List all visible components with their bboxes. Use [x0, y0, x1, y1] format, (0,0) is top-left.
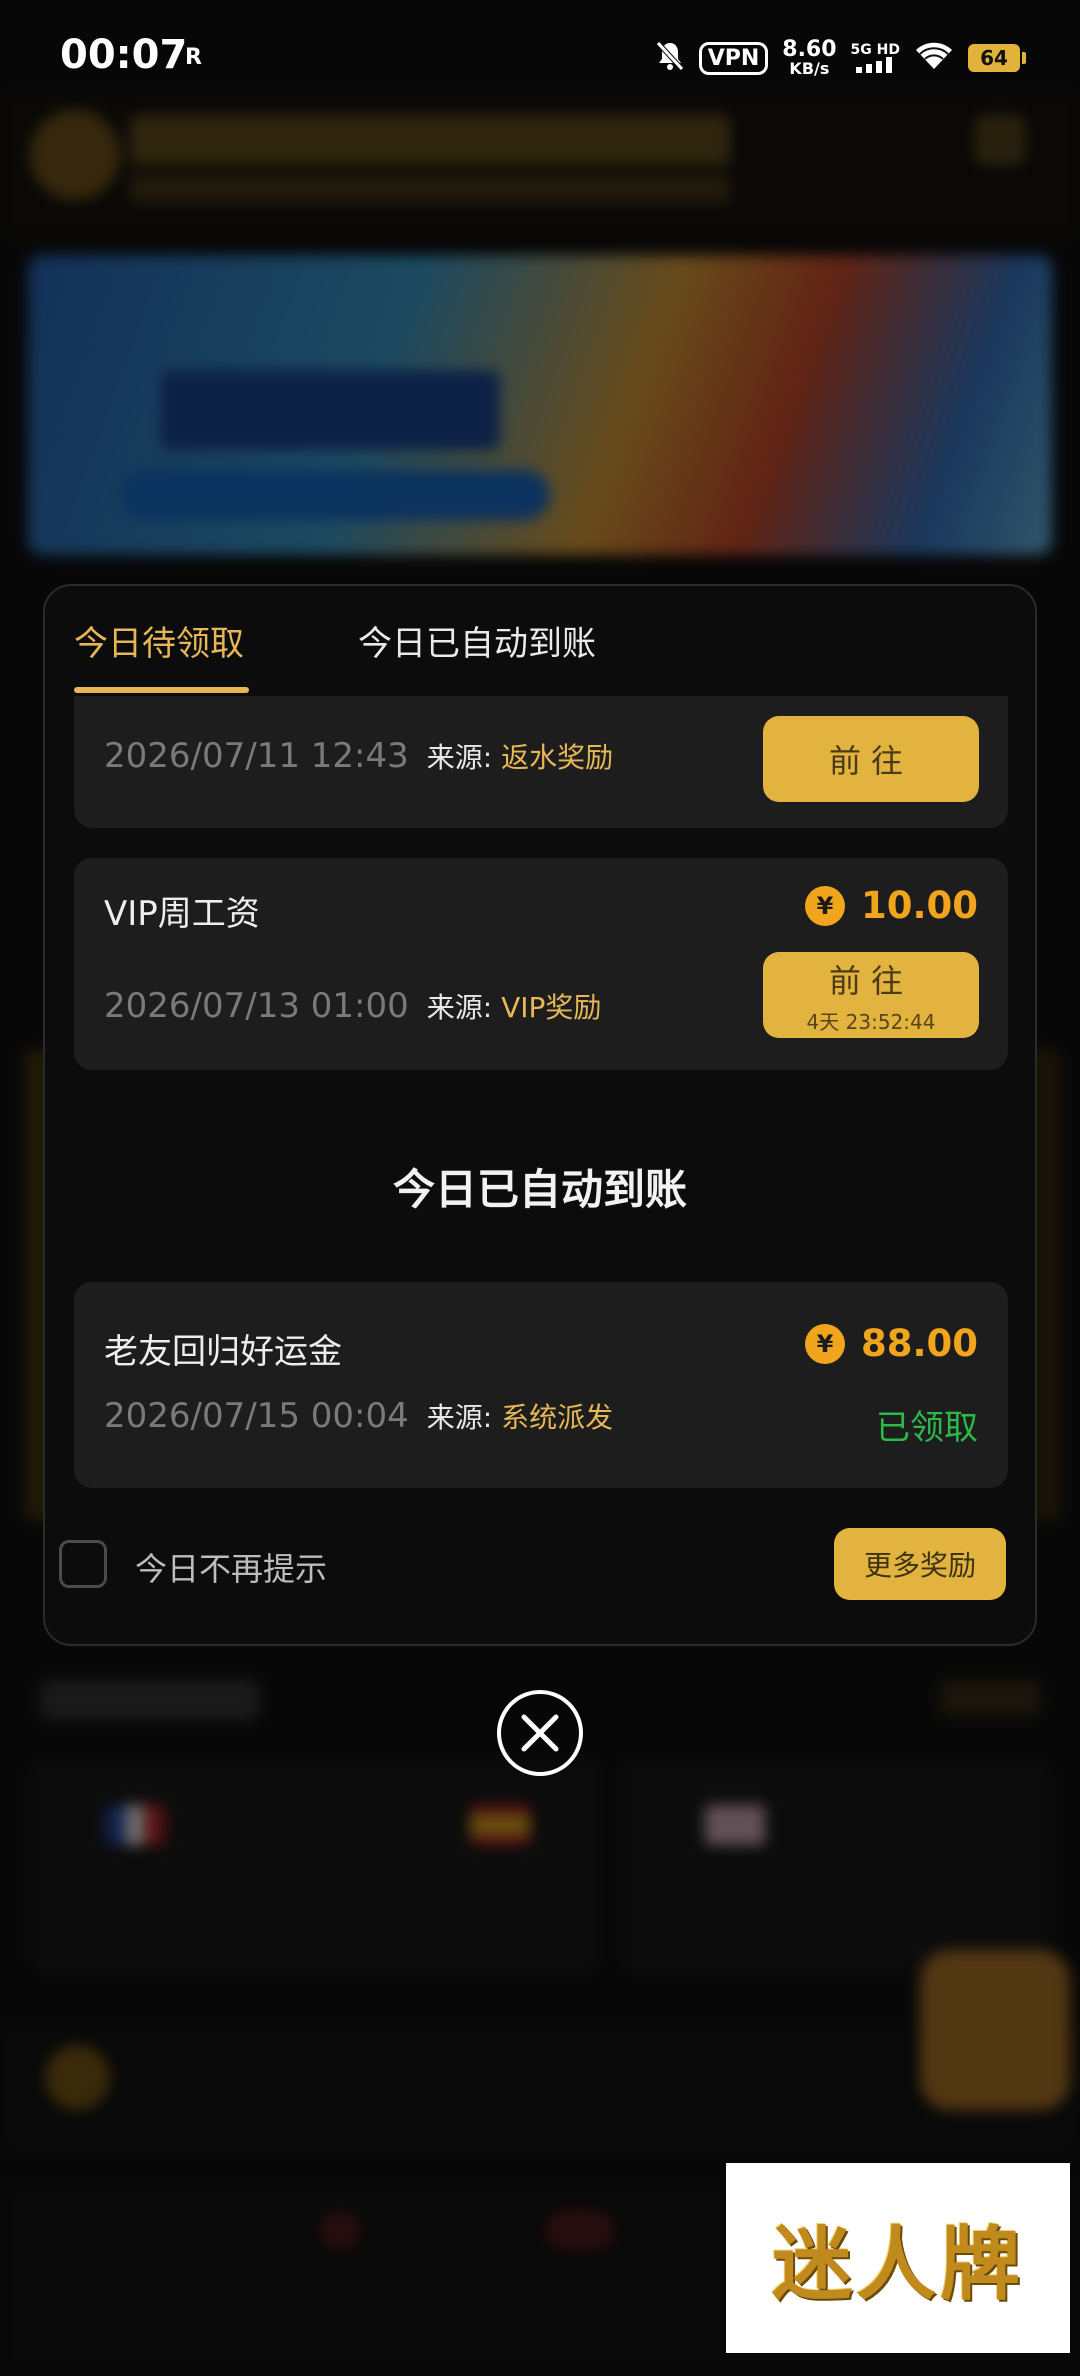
item-source: 来源: 系统派发 — [427, 1401, 613, 1434]
tab-indicator — [74, 687, 249, 693]
source-value: 返水奖励 — [501, 741, 614, 774]
countdown-timer: 4天 23:52:44 — [806, 1009, 936, 1034]
wifi-icon — [914, 41, 954, 75]
network-type: 5G HD — [850, 42, 900, 58]
source-value: 系统派发 — [501, 1401, 614, 1434]
yen-coin-icon: ¥ — [804, 885, 845, 926]
battery-icon: 64 — [968, 44, 1026, 72]
pending-item: 2026/07/11 12:43 来源: 返水奖励 前往 — [74, 696, 1008, 828]
item-title: VIP周工资 — [104, 894, 260, 934]
speed-unit: KB/s — [789, 59, 830, 78]
item-amount: ¥ 88.00 — [804, 1322, 978, 1365]
signal-icon: 5G HD — [851, 43, 900, 73]
item-datetime: 2026/07/11 12:43 — [104, 736, 409, 776]
claimed-status: 已领取 — [876, 1408, 978, 1448]
vpn-indicator: VPN — [698, 41, 769, 75]
watermark-logo: 迷人牌 — [726, 2163, 1070, 2353]
status-indicator: R — [185, 45, 202, 70]
item-date-row: 2026/07/13 01:00 来源: VIP奖励 — [104, 986, 601, 1026]
item-amount: ¥ 10.00 — [804, 884, 978, 927]
status-icons: VPN 8.60 KB/s 5G HD 64 — [655, 30, 1026, 86]
auto-credited-section-title: 今日已自动到账 — [392, 1165, 687, 1214]
dont-show-checkbox[interactable] — [59, 1540, 107, 1588]
item-date-row: 2026/07/15 00:04 来源: 系统派发 — [104, 1396, 613, 1436]
source-value: VIP奖励 — [501, 991, 602, 1024]
go-button-label: 前往 — [828, 742, 913, 780]
amount-value: 10.00 — [860, 884, 978, 927]
tab-pending[interactable]: 今日待领取 — [74, 616, 244, 665]
auto-credited-item: 老友回归好运金 ¥ 88.00 2026/07/15 00:04 来源: 系统派发… — [74, 1282, 1008, 1488]
source-label: 来源: — [426, 741, 493, 774]
item-date-row: 2026/07/11 12:43 来源: 返水奖励 — [104, 736, 613, 776]
source-label: 来源: — [426, 991, 493, 1024]
pending-item: VIP周工资 ¥ 10.00 2026/07/13 01:00 来源: VIP奖励… — [74, 858, 1008, 1070]
go-button[interactable]: 前往 4天 23:52:44 — [763, 952, 979, 1038]
item-datetime: 2026/07/15 00:04 — [104, 1396, 409, 1436]
amount-value: 88.00 — [860, 1322, 978, 1365]
go-button-label: 前往 — [828, 961, 913, 1000]
modal-footer: 今日不再提示 更多奖励 — [45, 1524, 1035, 1604]
close-button[interactable] — [497, 1690, 583, 1776]
item-title: 老友回归好运金 — [104, 1332, 342, 1372]
dont-show-label[interactable]: 今日不再提示 — [135, 1544, 327, 1590]
reward-modal: 今日待领取 今日已自动到账 2026/07/11 12:43 来源: 返水奖励 前… — [43, 584, 1037, 1646]
close-icon — [521, 1714, 559, 1752]
go-button[interactable]: 前往 — [763, 716, 979, 802]
network-speed: 8.60 KB/s — [782, 39, 836, 77]
item-source: 来源: VIP奖励 — [427, 991, 602, 1024]
bell-muted-icon — [655, 40, 685, 76]
modal-tabs: 今日待领取 今日已自动到账 — [45, 586, 1035, 696]
status-time: 00:07 — [60, 32, 188, 78]
speed-value: 8.60 — [782, 37, 837, 62]
more-rewards-button[interactable]: 更多奖励 — [834, 1528, 1006, 1600]
watermark-text: 迷人牌 — [772, 2217, 1024, 2311]
tab-auto-credited[interactable]: 今日已自动到账 — [358, 616, 596, 665]
status-bar: 00:07 R VPN 8.60 KB/s 5G HD 64 — [0, 0, 1080, 115]
item-source: 来源: 返水奖励 — [427, 741, 613, 774]
source-label: 来源: — [426, 1401, 493, 1434]
screen: 00:07 R VPN 8.60 KB/s 5G HD 64 今日待领取 今日已 — [0, 0, 1080, 2376]
yen-coin-icon: ¥ — [804, 1323, 845, 1364]
item-datetime: 2026/07/13 01:00 — [104, 986, 409, 1026]
